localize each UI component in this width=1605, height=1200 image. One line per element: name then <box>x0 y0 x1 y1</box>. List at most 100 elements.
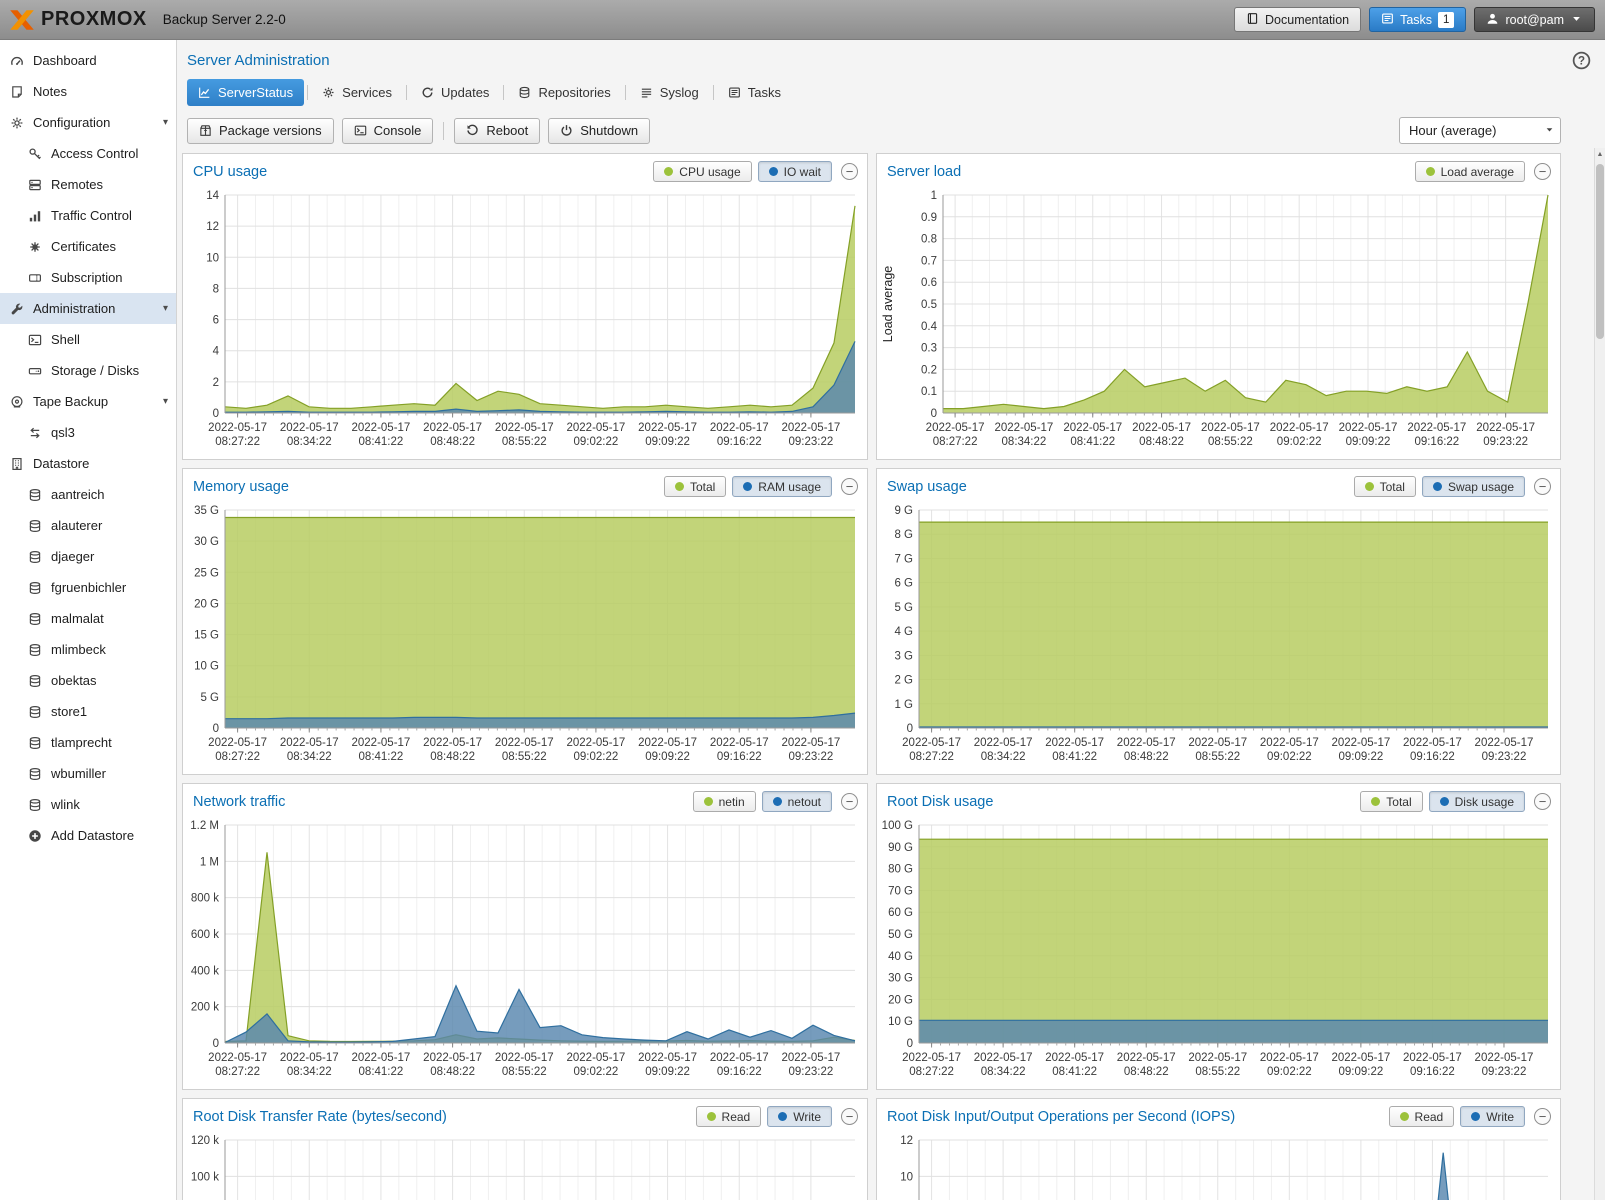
svg-text:08:48:22: 08:48:22 <box>1124 1066 1169 1078</box>
time-range-select[interactable]: Hour (average) <box>1399 117 1561 144</box>
legend-label: Write <box>793 1110 821 1124</box>
sidebar-item-label: obektas <box>51 673 97 688</box>
legend-write[interactable]: Write <box>767 1106 832 1127</box>
svg-text:15 G: 15 G <box>194 630 219 642</box>
legend-dot-icon <box>1371 797 1380 806</box>
sidebar-item-dashboard[interactable]: Dashboard <box>0 45 176 76</box>
sidebar-item-configuration[interactable]: Configuration▾ <box>0 107 176 138</box>
sidebar-item-administration[interactable]: Administration▾ <box>0 293 176 324</box>
sidebar-item-datastore[interactable]: Datastore <box>0 448 176 479</box>
reboot-button[interactable]: Reboot <box>454 118 540 144</box>
sidebar-item-storage-disks[interactable]: Storage / Disks <box>0 355 176 386</box>
sidebar-item-aantreich[interactable]: aantreich <box>0 479 176 510</box>
database-icon <box>28 767 42 781</box>
collapse-icon[interactable]: − <box>1534 163 1551 180</box>
legend-label: netout <box>788 795 821 809</box>
svg-text:0.8: 0.8 <box>921 234 937 246</box>
collapse-icon[interactable]: − <box>841 163 858 180</box>
sidebar-item-qsl3[interactable]: qsl3 <box>0 417 176 448</box>
sidebar-item-djaeger[interactable]: djaeger <box>0 541 176 572</box>
legend-label: Write <box>1486 1110 1514 1124</box>
svg-text:0: 0 <box>213 1038 219 1050</box>
console-button[interactable]: Console <box>342 118 434 144</box>
user-menu-button[interactable]: root@pam <box>1474 7 1595 32</box>
svg-text:2022-05-17: 2022-05-17 <box>710 1052 769 1064</box>
svg-text:09:09:22: 09:09:22 <box>1338 1066 1383 1078</box>
legend-label: Swap usage <box>1448 480 1514 494</box>
svg-text:10: 10 <box>900 1171 913 1183</box>
scroll-up-icon[interactable]: ▲ <box>1595 148 1605 162</box>
sidebar-item-fgruenbichler[interactable]: fgruenbichler <box>0 572 176 603</box>
legend-total[interactable]: Total <box>664 476 726 497</box>
sidebar-item-remotes[interactable]: Remotes <box>0 169 176 200</box>
svg-text:09:16:22: 09:16:22 <box>1410 751 1455 763</box>
toolbar-separator <box>443 122 444 140</box>
sidebar-item-notes[interactable]: Notes <box>0 76 176 107</box>
sidebar-item-obektas[interactable]: obektas <box>0 665 176 696</box>
legend-label: CPU usage <box>679 165 740 179</box>
tasks-button[interactable]: Tasks 1 <box>1369 7 1466 32</box>
legend-netout[interactable]: netout <box>762 791 832 812</box>
legend-total[interactable]: Total <box>1354 476 1416 497</box>
legend-load-average[interactable]: Load average <box>1415 161 1525 182</box>
svg-text:4: 4 <box>213 346 220 358</box>
legend-netin[interactable]: netin <box>693 791 756 812</box>
sidebar-item-subscription[interactable]: Subscription <box>0 262 176 293</box>
collapse-icon[interactable]: − <box>841 793 858 810</box>
tab-services[interactable]: Services <box>311 79 403 106</box>
sidebar-item-wlink[interactable]: wlink <box>0 789 176 820</box>
shutdown-button[interactable]: Shutdown <box>548 118 650 144</box>
database-icon <box>28 519 42 533</box>
package-versions-button[interactable]: Package versions <box>187 118 334 144</box>
chart-canvas: 00.10.20.30.40.50.60.70.80.912022-05-170… <box>877 187 1560 459</box>
sidebar-item-traffic-control[interactable]: Traffic Control <box>0 200 176 231</box>
sidebar-item-access-control[interactable]: Access Control <box>0 138 176 169</box>
svg-text:0.3: 0.3 <box>921 343 937 355</box>
sidebar-item-label: alauterer <box>51 518 102 533</box>
caret-down-icon <box>1570 12 1583 28</box>
expander-icon[interactable]: ▾ <box>163 117 168 128</box>
sidebar-item-shell[interactable]: Shell <box>0 324 176 355</box>
svg-text:09:16:22: 09:16:22 <box>1410 1066 1455 1078</box>
database-icon <box>518 86 531 99</box>
sidebar-item-store1[interactable]: store1 <box>0 696 176 727</box>
expander-icon[interactable]: ▾ <box>163 303 168 314</box>
legend-write[interactable]: Write <box>1460 1106 1525 1127</box>
collapse-icon[interactable]: − <box>841 1108 858 1125</box>
legend-total[interactable]: Total <box>1360 791 1422 812</box>
legend-swap-usage[interactable]: Swap usage <box>1422 476 1525 497</box>
legend-disk-usage[interactable]: Disk usage <box>1429 791 1525 812</box>
database-icon <box>28 798 42 812</box>
collapse-icon[interactable]: − <box>1534 478 1551 495</box>
collapse-icon[interactable]: − <box>1534 793 1551 810</box>
sidebar-item-alauterer[interactable]: alauterer <box>0 510 176 541</box>
legend-ram-usage[interactable]: RAM usage <box>732 476 832 497</box>
collapse-icon[interactable]: − <box>841 478 858 495</box>
sidebar-item-tlamprecht[interactable]: tlamprecht <box>0 727 176 758</box>
sidebar-item-add-datastore[interactable]: Add Datastore <box>0 820 176 851</box>
sidebar-item-label: mlimbeck <box>51 642 106 657</box>
collapse-icon[interactable]: − <box>1534 1108 1551 1125</box>
sidebar-item-tape-backup[interactable]: Tape Backup▾ <box>0 386 176 417</box>
chart-canvas: 0200 k400 k600 k800 k1 M1.2 M2022-05-170… <box>183 817 867 1089</box>
expander-icon[interactable]: ▾ <box>163 396 168 407</box>
tab-serverstatus[interactable]: ServerStatus <box>187 79 304 106</box>
documentation-button[interactable]: Documentation <box>1234 7 1361 32</box>
tab-syslog[interactable]: Syslog <box>629 79 710 106</box>
vertical-scrollbar[interactable]: ▲ <box>1594 148 1605 1200</box>
tab-tasks[interactable]: Tasks <box>717 79 792 106</box>
scrollbar-thumb[interactable] <box>1596 164 1604 339</box>
svg-text:30 G: 30 G <box>888 973 913 985</box>
help-button[interactable]: ? <box>1572 51 1591 70</box>
legend-read[interactable]: Read <box>696 1106 762 1127</box>
sidebar-item-mlimbeck[interactable]: mlimbeck <box>0 634 176 665</box>
tab-updates[interactable]: Updates <box>410 79 500 106</box>
sidebar-item-malmalat[interactable]: malmalat <box>0 603 176 634</box>
sidebar-item-wbumiller[interactable]: wbumiller <box>0 758 176 789</box>
legend-cpu-usage[interactable]: CPU usage <box>653 161 751 182</box>
svg-text:08:48:22: 08:48:22 <box>430 436 475 448</box>
tab-repositories[interactable]: Repositories <box>507 79 621 106</box>
legend-io-wait[interactable]: IO wait <box>758 161 832 182</box>
legend-read[interactable]: Read <box>1389 1106 1455 1127</box>
sidebar-item-certificates[interactable]: Certificates <box>0 231 176 262</box>
